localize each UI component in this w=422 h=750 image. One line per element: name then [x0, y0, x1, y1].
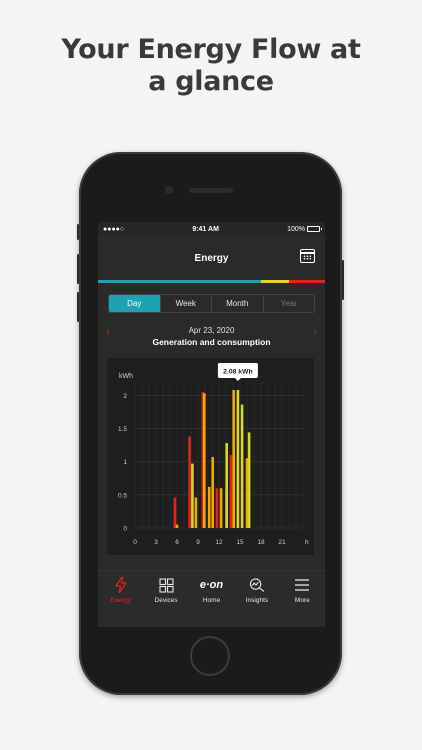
tab-bar-energy-label: Energy — [110, 597, 131, 604]
tooltip-pointer — [234, 378, 241, 381]
chart-bar — [173, 497, 177, 528]
y-tick-label: 1.5 — [118, 426, 127, 433]
signal-indicator: ●●●●○ — [103, 225, 125, 233]
tab-month[interactable]: Month — [211, 295, 263, 312]
tab-bar-energy[interactable]: Energy — [98, 571, 143, 627]
chart-bar — [211, 456, 214, 528]
tab-bar-insights[interactable]: Insights — [234, 571, 279, 627]
tooltip-value: 2.08 kWh — [223, 369, 252, 376]
chart-bar — [191, 463, 194, 528]
battery-icon — [306, 226, 322, 232]
tab-bar-more-label: More — [294, 597, 310, 604]
y-axis-label: kWh — [119, 373, 133, 380]
tab-week[interactable]: Week — [159, 295, 212, 312]
tab-bar-devices-label: Devices — [154, 597, 178, 604]
menu-icon — [294, 577, 310, 593]
x-tick-label: 9 — [196, 539, 200, 546]
phone-camera — [165, 186, 173, 194]
headline: Your Energy Flow at a glance — [0, 34, 422, 98]
chart-bar — [203, 393, 206, 528]
x-tick-label: 15 — [236, 539, 244, 546]
status-bar: ●●●●○ 9:41 AM 100% — [98, 222, 325, 236]
chart-bar — [188, 436, 191, 528]
phone-speaker — [189, 188, 233, 193]
y-tick-label: 1 — [123, 459, 127, 466]
chart-bar — [219, 488, 223, 528]
insights-magnifier-icon — [249, 577, 265, 593]
tab-bar-more[interactable]: More — [280, 571, 325, 627]
chart-bar — [247, 432, 251, 528]
x-tick-label: 3 — [154, 539, 158, 546]
y-tick-label: 2 — [123, 393, 127, 400]
chart-bar — [194, 497, 198, 528]
date-header: ‹ Apr 23, 2020 Generation and consumptio… — [98, 325, 325, 351]
energy-color-bar — [98, 280, 325, 283]
tab-day[interactable]: Day — [109, 295, 160, 312]
chart-bar — [225, 443, 228, 528]
tab-year[interactable]: Year — [262, 295, 315, 312]
nav-bar: Energy — [98, 236, 325, 280]
bottom-tab-bar: Energy Devices e·on Home Insights More — [98, 570, 325, 627]
tab-bar-devices[interactable]: Devices — [143, 571, 188, 627]
eon-logo: e·on — [199, 579, 224, 591]
battery-indicator: 100% — [287, 225, 322, 233]
chart-bar — [207, 486, 211, 528]
app-screen: ●●●●○ 9:41 AM 100% Energy Day Week Month… — [98, 222, 325, 627]
devices-grid-icon — [158, 577, 174, 593]
chart-bar — [175, 524, 179, 528]
tab-bar-insights-label: Insights — [245, 597, 269, 604]
next-day-arrow[interactable]: › — [313, 326, 317, 338]
color-bar-yellow — [261, 280, 289, 283]
page-title: Energy — [194, 252, 229, 264]
chart-bar — [215, 488, 219, 528]
tab-bar-home-label: Home — [202, 597, 221, 604]
phone-power-button — [342, 260, 344, 300]
chart-subtitle: Generation and consumption — [152, 337, 271, 347]
x-tick-label: 18 — [257, 539, 265, 546]
phone-home-button[interactable] — [190, 636, 230, 676]
phone-volume-down-button — [77, 292, 79, 322]
x-tick-label: 12 — [215, 539, 223, 546]
phone-side-button — [77, 224, 79, 240]
headline-line-1: Your Energy Flow at — [61, 34, 361, 65]
y-tick-label: 0 — [123, 526, 127, 533]
energy-chart-card: 0 0.5 1 1.5 2 0 3 6 9 12 15 18 21 kWh h 2.08 kWh — [107, 358, 314, 555]
chart-bar — [229, 455, 233, 528]
calendar-icon[interactable] — [300, 249, 315, 263]
prev-day-arrow[interactable]: ‹ — [106, 326, 110, 338]
date-label: Apr 23, 2020 — [188, 326, 235, 335]
headline-line-2: a glance — [148, 66, 274, 97]
lightning-icon — [113, 577, 129, 593]
chart-bar — [236, 389, 240, 528]
chart-bar — [240, 404, 244, 528]
x-tick-label: 6 — [175, 539, 179, 546]
status-time: 9:41 AM — [192, 225, 219, 233]
energy-bar-chart: 0 0.5 1 1.5 2 0 3 6 9 12 15 18 21 kWh h 2.08 kWh — [118, 363, 309, 546]
x-axis-label: h — [305, 539, 309, 546]
chart-bar — [232, 389, 235, 528]
phone-volume-up-button — [77, 254, 79, 284]
battery-percent: 100% — [287, 225, 305, 233]
y-tick-label: 0.5 — [118, 492, 127, 499]
tab-bar-home[interactable]: e·on Home — [189, 571, 234, 627]
x-tick-label: 21 — [278, 539, 286, 546]
x-tick-label: 0 — [133, 539, 137, 546]
period-tabs: Day Week Month Year — [108, 294, 315, 313]
color-bar-red — [288, 280, 325, 283]
color-bar-teal — [98, 280, 262, 283]
